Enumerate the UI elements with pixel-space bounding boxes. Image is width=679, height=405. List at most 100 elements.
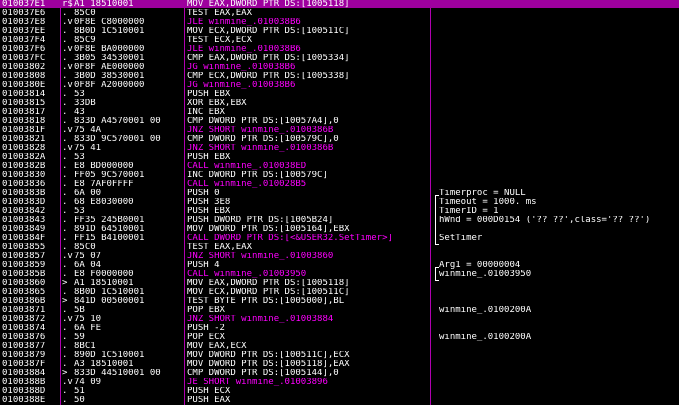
disasm-row[interactable]: 0100383B. 6A 00 PUSH 0 Timerproc = NULL bbox=[0, 189, 679, 197]
hex-bytes-cell: 3B0D 38530001 bbox=[74, 72, 145, 80]
address-cell: 0100382A bbox=[2, 153, 46, 161]
instruction-cell: MOV DWORD PTR DS:[1005164],EBX bbox=[187, 225, 350, 233]
instruction-cell: CMP DWORD PTR DS:[1005144],0 bbox=[187, 369, 339, 377]
comment-cell bbox=[439, 315, 677, 323]
disasm-row[interactable]: 010037E8 .v 0F8E C8000000 JLE winmine_.0100… bbox=[0, 18, 679, 26]
address-cell: 01003814 bbox=[2, 90, 46, 98]
disasm-row[interactable]: 01003859. 6A 04 PUSH 4 Arg1 = 00000004 bbox=[0, 261, 679, 269]
instruction-cell: CALL DWORD PTR DS:[<&USER32.SetTimer>] bbox=[187, 234, 393, 242]
instruction-cell: MOV ECX,DWORD PTR DS:[100511C] bbox=[187, 288, 350, 296]
comment-cell bbox=[439, 396, 677, 404]
disasm-row[interactable]: 01003876. 59 POP ECX winmine_.0100200A bbox=[0, 333, 679, 341]
instruction-cell: CALL winmine_.01003950 bbox=[187, 270, 307, 278]
disasm-row[interactable]: 01003817. 43 INC EBX bbox=[0, 108, 679, 116]
disasm-row[interactable]: 010037FC. 3B05 34530001 CMP EAX,DWORD PTR … bbox=[0, 54, 679, 62]
jump-marker: . bbox=[62, 234, 68, 242]
jump-marker: . bbox=[62, 387, 68, 395]
disasm-row[interactable]: 01003808. 3B0D 38530001 CMP ECX,DWORD PTR … bbox=[0, 72, 679, 80]
jump-marker: . bbox=[62, 72, 68, 80]
disasm-row[interactable]: 01003828 .v 75 41 JNZ SHORT winmine_.010038… bbox=[0, 144, 679, 152]
disasm-row[interactable]: 01003874. 6A FE PUSH -2 bbox=[0, 324, 679, 332]
disasm-row[interactable]: 010037EE. 8B0D 1C510001 MOV ECX,DWORD PTR … bbox=[0, 27, 679, 35]
comment-cell: Timerproc = NULL bbox=[439, 189, 526, 197]
hex-bytes-cell: 3B05 34530001 bbox=[74, 54, 145, 62]
disasm-row[interactable]: 01003855. 85C0 TEST EAX,EAX bbox=[0, 243, 679, 251]
instruction-cell: CALL winmine_.010038ED bbox=[187, 162, 307, 170]
disasm-row[interactable]: 01003849. 891D 64510001 MOV DWORD PTR DS:[… bbox=[0, 225, 679, 233]
disasm-row[interactable]: 01003843. FF35 245B0001 PUSH DWORD PTR DS:… bbox=[0, 216, 679, 224]
hex-bytes-cell: 51 bbox=[74, 387, 85, 395]
disasm-row[interactable]: 01003884 >833D 44510001 00 CMP DWORD PTR D… bbox=[0, 369, 679, 377]
disasm-row[interactable]: 01003814. 53 PUSH EBX bbox=[0, 90, 679, 98]
disasm-row[interactable]: 01003842. 53 PUSH EBX TimerID = 1 bbox=[0, 207, 679, 215]
disasm-row[interactable]: 01003865. 8B0D 1C510001 MOV ECX,DWORD PTR … bbox=[0, 288, 679, 296]
disasm-row[interactable]: 0100385B. E8 F0000000 CALL winmine_.010039… bbox=[0, 270, 679, 278]
hex-bytes-cell: 85C9 bbox=[74, 36, 96, 44]
comment-cell bbox=[439, 0, 677, 8]
disasm-row[interactable]: 01003857 .v 75 07 JNZ SHORT winmine_.010038… bbox=[0, 252, 679, 260]
instruction-cell: PUSH DWORD PTR DS:[1005B24] bbox=[187, 216, 334, 224]
disasm-row[interactable]: 0100387F. A3 18510001 MOV DWORD PTR DS:[10… bbox=[0, 360, 679, 368]
hex-bytes-cell: 891D 64510001 bbox=[74, 225, 145, 233]
disasm-row[interactable]: 0100382A. 53 PUSH EBX bbox=[0, 153, 679, 161]
disasm-row[interactable]: 010037E1 r$ A1 18510001 MOV EAX,DWORD PTR D… bbox=[0, 0, 679, 8]
disasm-row[interactable]: 01003877. 8BC1 MOV EAX,ECX bbox=[0, 342, 679, 350]
jump-marker: .v bbox=[62, 45, 73, 53]
address-cell: 01003877 bbox=[2, 342, 46, 350]
disasm-row[interactable]: 0100384F. FF15 B4100001 CALL DWORD PTR DS:… bbox=[0, 234, 679, 242]
disasm-row[interactable]: 01003860 > A1 18510001 MOV EAX,DWORD PTR DS… bbox=[0, 279, 679, 287]
disasm-row[interactable]: 01003836. E8 7AF0FFFF CALL winmine_.010028… bbox=[0, 180, 679, 188]
disasm-row[interactable]: 01003871. 5B POP EBX winmine_.0100200A bbox=[0, 306, 679, 314]
jump-marker: . bbox=[62, 108, 68, 116]
disasm-row[interactable]: 01003815. 33DB XOR EBX,EBX bbox=[0, 99, 679, 107]
disasm-row[interactable]: 0100382B. E8 BD000000 CALL winmine_.010038… bbox=[0, 162, 679, 170]
jump-marker: r$ bbox=[62, 0, 73, 8]
address-cell: 010037FC bbox=[2, 54, 46, 62]
jump-marker: .v bbox=[62, 18, 73, 26]
address-cell: 01003815 bbox=[2, 99, 46, 107]
disasm-row[interactable]: 0100380E .v 0F8F A2000000 JG winmine_.01003… bbox=[0, 81, 679, 89]
address-cell: 01003876 bbox=[2, 333, 46, 341]
address-cell: 0100383B bbox=[2, 189, 46, 197]
address-cell: 0100386B bbox=[2, 297, 46, 305]
jump-marker: .v bbox=[62, 81, 73, 89]
disasm-row[interactable]: 0100381F .v 75 4A JNZ SHORT winmine_.010038… bbox=[0, 126, 679, 134]
disasm-row[interactable]: 01003821. 833D 9C570001 00 CMP DWORD PTR D… bbox=[0, 135, 679, 143]
disasm-row[interactable]: 0100388B .v 74 09 JE SHORT winmine_.0100389… bbox=[0, 378, 679, 386]
instruction-cell: PUSH 0 bbox=[187, 189, 220, 197]
disasm-row[interactable]: 01003830. FF05 9C570001 INC DWORD PTR DS:[… bbox=[0, 171, 679, 179]
disasm-row[interactable]: 010037F6 .v 0F8E BA000000 JLE winmine_.0100… bbox=[0, 45, 679, 53]
comment-cell: Arg1 = 00000004 bbox=[439, 261, 521, 269]
disasm-row[interactable]: 0100386B >841D 00500001 TEST BYTE PTR DS:[… bbox=[0, 297, 679, 305]
address-cell: 01003849 bbox=[2, 225, 46, 233]
disasm-row[interactable]: 01003818. 833D A4570001 00 CMP DWORD PTR D… bbox=[0, 117, 679, 125]
jump-marker: . bbox=[62, 243, 68, 251]
hex-bytes-cell: FF35 245B0001 bbox=[74, 216, 145, 224]
jump-marker: . bbox=[62, 117, 68, 125]
address-cell: 0100384F bbox=[2, 234, 46, 242]
disasm-row[interactable]: 0100383D. 68 E8030000 PUSH 3E8 Timeout = 10… bbox=[0, 198, 679, 206]
hex-bytes-cell: E8 BD000000 bbox=[74, 162, 134, 170]
instruction-cell: JNZ SHORT winmine_.01003860 bbox=[187, 252, 334, 260]
hex-bytes-cell: 85C0 bbox=[74, 243, 96, 251]
comment-cell: SetTimer bbox=[439, 234, 483, 242]
disasm-row[interactable]: 010037E6. 85C0 TEST EAX,EAX bbox=[0, 9, 679, 17]
hex-bytes-cell: FF05 9C570001 bbox=[74, 171, 145, 179]
hex-bytes-cell: 0F8F A2000000 bbox=[74, 81, 145, 89]
instruction-cell: CALL winmine_.010028B5 bbox=[187, 180, 307, 188]
address-cell: 0100380E bbox=[2, 81, 46, 89]
disasm-row[interactable]: 01003802 .v 0F8F AE000000 JG winmine_.01003… bbox=[0, 63, 679, 71]
hex-bytes-cell: 841D 00500001 bbox=[74, 297, 145, 305]
hex-bytes-cell: 33DB bbox=[74, 99, 96, 107]
disasm-row[interactable]: 01003879. 890D 1C510001 MOV DWORD PTR DS:[… bbox=[0, 351, 679, 359]
comment-cell: Timeout = 1000. ms bbox=[439, 198, 537, 206]
address-cell: 01003857 bbox=[2, 252, 46, 260]
instruction-cell: JE SHORT winmine_.01003896 bbox=[187, 378, 328, 386]
disasm-row[interactable]: 010037F4. 85C9 TEST ECX,ECX bbox=[0, 36, 679, 44]
disasm-row[interactable]: 0100388D. 51 PUSH ECX bbox=[0, 387, 679, 395]
hex-bytes-cell: 75 07 bbox=[74, 252, 102, 260]
jump-marker: . bbox=[62, 225, 68, 233]
disasm-row[interactable]: 01003872 .v 75 10 JNZ SHORT winmine_.010038… bbox=[0, 315, 679, 323]
jump-marker: . bbox=[62, 306, 68, 314]
disasm-row[interactable]: 0100388E. 50 PUSH EAX bbox=[0, 396, 679, 404]
